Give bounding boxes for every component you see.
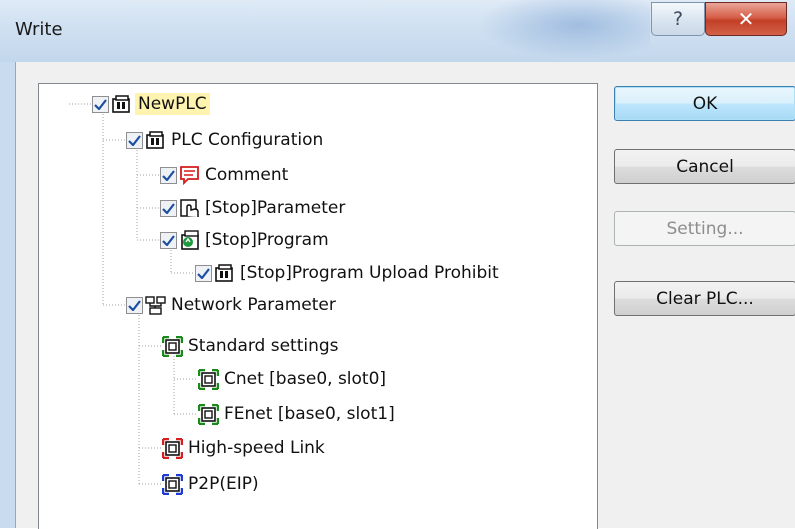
checkbox-comment[interactable] [160, 166, 177, 184]
cancel-button-label: Cancel [676, 156, 734, 177]
tree-item-plc-configuration[interactable]: PLC Configuration [126, 125, 323, 155]
tree-item-standard-settings[interactable]: Standard settings [162, 331, 339, 361]
tree-item-cnet[interactable]: Cnet [base0, slot0] [198, 364, 386, 394]
network-module-icon [162, 335, 183, 357]
tree-item-comment[interactable]: Comment [160, 160, 288, 190]
checkbox-stop-program[interactable] [160, 231, 177, 249]
plc-icon [111, 94, 132, 115]
checkbox-stop-parameter[interactable] [160, 199, 177, 217]
write-item-tree[interactable]: NewPLC PLC Configuration Comment [Stop]P… [38, 83, 598, 529]
title-bar[interactable]: Write ? ✕ [0, 0, 795, 62]
plc-icon [214, 263, 235, 284]
network-module-icon [162, 473, 183, 495]
tree-item-label: PLC Configuration [171, 130, 324, 150]
checkbox-plc-configuration[interactable] [126, 131, 143, 149]
ok-button[interactable]: OK [614, 86, 795, 121]
program-icon [179, 229, 200, 251]
tree-item-newplc[interactable]: NewPLC [92, 89, 210, 119]
tree-item-label: FEnet [base0, slot1] [224, 404, 395, 424]
tree-item-label: Cnet [base0, slot0] [224, 369, 387, 389]
tree-item-label: P2P(EIP) [188, 474, 259, 494]
tree-item-high-speed-link[interactable]: High-speed Link [162, 433, 325, 463]
setting-button: Setting... [614, 211, 795, 246]
help-icon: ? [672, 8, 684, 30]
tree-item-network-parameter[interactable]: Network Parameter [126, 290, 336, 320]
network-module-icon [162, 437, 183, 459]
tree-item-stop-parameter[interactable]: [Stop]Parameter [160, 193, 345, 223]
checkbox-newplc[interactable] [92, 95, 109, 113]
close-button[interactable]: ✕ [705, 2, 787, 36]
network-module-icon [198, 368, 219, 390]
help-button[interactable]: ? [651, 2, 705, 36]
tree-item-stop-program[interactable]: [Stop]Program [160, 225, 329, 255]
tree-item-label: High-speed Link [188, 438, 325, 458]
dialog-client-area: NewPLC PLC Configuration Comment [Stop]P… [15, 62, 795, 529]
window-title: Write [15, 19, 63, 40]
ok-button-label: OK [692, 93, 718, 114]
network-module-icon [198, 403, 219, 425]
checkbox-program-upload-prohibit[interactable] [195, 264, 212, 282]
tree-item-program-upload-prohibit[interactable]: [Stop]Program Upload Prohibit [195, 258, 499, 288]
network-icon [145, 295, 166, 316]
tree-item-p2p-eip[interactable]: P2P(EIP) [162, 469, 259, 499]
title-bar-glow [470, 0, 650, 62]
tree-item-label: NewPLC [135, 93, 210, 115]
tree-item-label: Network Parameter [171, 295, 336, 315]
setting-button-label: Setting... [666, 218, 744, 239]
write-dialog: Write ? ✕ NewPLC PLC Configuration Comme… [0, 0, 795, 529]
tree-item-label: [Stop]Parameter [205, 198, 346, 218]
plc-icon [145, 130, 166, 151]
clear-plc-button-label: Clear PLC... [656, 288, 754, 309]
tree-item-label: [Stop]Program Upload Prohibit [240, 263, 499, 283]
cancel-button[interactable]: Cancel [614, 149, 795, 184]
tree-item-fenet[interactable]: FEnet [base0, slot1] [198, 399, 395, 429]
tree-item-label: Comment [205, 165, 289, 185]
clear-plc-button[interactable]: Clear PLC... [614, 281, 795, 316]
tree-item-label: [Stop]Program [205, 230, 329, 250]
parameter-icon [179, 198, 200, 219]
comment-icon [179, 165, 200, 186]
close-icon: ✕ [737, 7, 755, 31]
tree-item-label: Standard settings [188, 336, 339, 356]
checkbox-network-parameter[interactable] [126, 296, 143, 314]
